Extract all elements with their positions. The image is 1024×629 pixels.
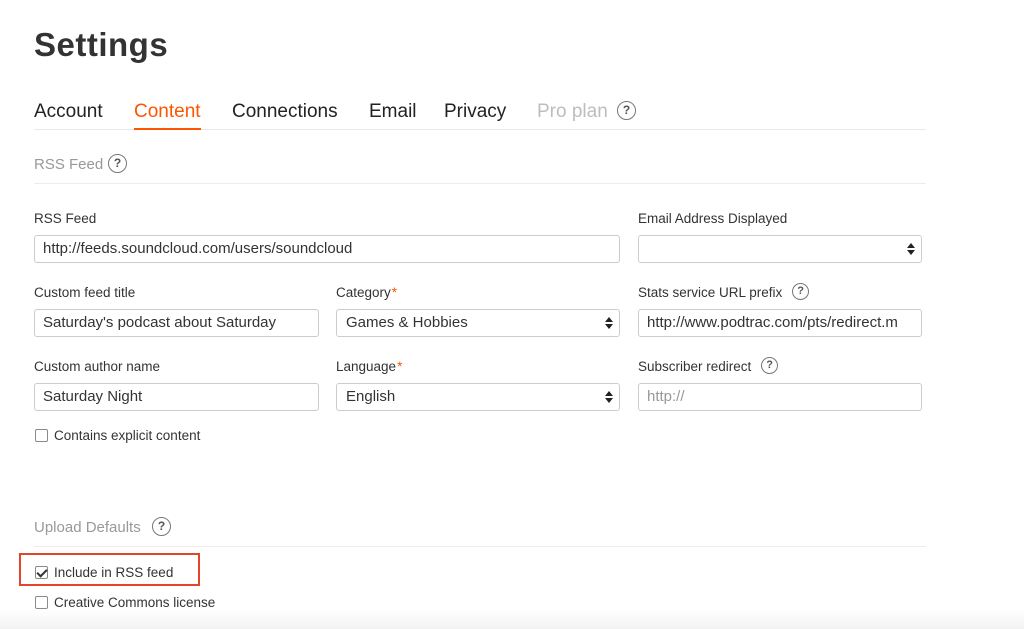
- rss-feed-label: RSS Feed: [34, 211, 97, 226]
- category-value: Games & Hobbies: [346, 314, 468, 331]
- subscriber-redirect-label-text: Subscriber redirect: [638, 359, 752, 374]
- custom-author-label: Custom author name: [34, 359, 161, 374]
- settings-tabs: Account Content Connections Email Privac…: [34, 100, 926, 130]
- category-label: Category*: [336, 285, 397, 300]
- email-displayed-select[interactable]: [638, 235, 922, 263]
- stats-prefix-label-text: Stats service URL prefix: [638, 285, 783, 300]
- language-select[interactable]: English: [336, 383, 620, 411]
- subscriber-redirect-help-icon[interactable]: ?: [761, 357, 779, 375]
- tab-content[interactable]: Content: [134, 100, 201, 130]
- stats-prefix-input[interactable]: http://www.podtrac.com/pts/redirect.m: [638, 309, 922, 337]
- pro-plan-help-icon[interactable]: ?: [617, 100, 637, 120]
- rss-feed-help-icon[interactable]: ?: [108, 154, 127, 173]
- select-arrows-icon: [605, 315, 613, 331]
- category-select[interactable]: Games & Hobbies: [336, 309, 620, 337]
- language-value: English: [346, 388, 396, 405]
- stats-prefix-label: Stats service URL prefix ?: [638, 283, 810, 301]
- bottom-fade: [0, 609, 1024, 629]
- explicit-content-checkbox[interactable]: [35, 429, 48, 442]
- select-arrows-icon: [605, 389, 613, 405]
- rss-feed-section-header: RSS Feed ?: [34, 154, 926, 184]
- tab-pro-plan[interactable]: Pro plan ?: [537, 100, 637, 130]
- custom-author-input[interactable]: Saturday Night: [34, 383, 319, 411]
- upload-defaults-help-icon[interactable]: ?: [152, 517, 171, 536]
- email-displayed-label: Email Address Displayed: [638, 211, 788, 226]
- tab-pro-plan-label: Pro plan: [537, 101, 608, 122]
- rss-feed-section-title: RSS Feed: [34, 156, 104, 173]
- tab-account[interactable]: Account: [34, 100, 103, 130]
- subscriber-redirect-input[interactable]: http://: [638, 383, 922, 411]
- stats-prefix-help-icon[interactable]: ?: [792, 283, 810, 301]
- tab-email[interactable]: Email: [369, 100, 417, 130]
- include-rss-label: Include in RSS feed: [54, 565, 174, 580]
- language-label: Language*: [336, 359, 402, 374]
- upload-defaults-section-title: Upload Defaults: [34, 519, 141, 536]
- page-title: Settings: [34, 26, 169, 63]
- language-label-text: Language: [336, 359, 397, 374]
- explicit-content-label: Contains explicit content: [54, 428, 201, 443]
- tab-connections[interactable]: Connections: [232, 100, 338, 130]
- select-arrows-icon: [907, 241, 915, 257]
- rss-feed-input[interactable]: http://feeds.soundcloud.com/users/soundc…: [34, 235, 620, 263]
- custom-feed-title-input[interactable]: Saturday's podcast about Saturday: [34, 309, 319, 337]
- required-mark: *: [397, 359, 403, 374]
- category-label-text: Category: [336, 285, 391, 300]
- tab-privacy[interactable]: Privacy: [444, 100, 506, 130]
- upload-defaults-section-header: Upload Defaults ?: [34, 517, 926, 547]
- include-rss-checkbox[interactable]: [35, 566, 48, 579]
- subscriber-redirect-label: Subscriber redirect ?: [638, 357, 779, 375]
- required-mark: *: [391, 285, 398, 300]
- custom-feed-title-label: Custom feed title: [34, 285, 136, 300]
- creative-commons-checkbox[interactable]: [35, 596, 48, 609]
